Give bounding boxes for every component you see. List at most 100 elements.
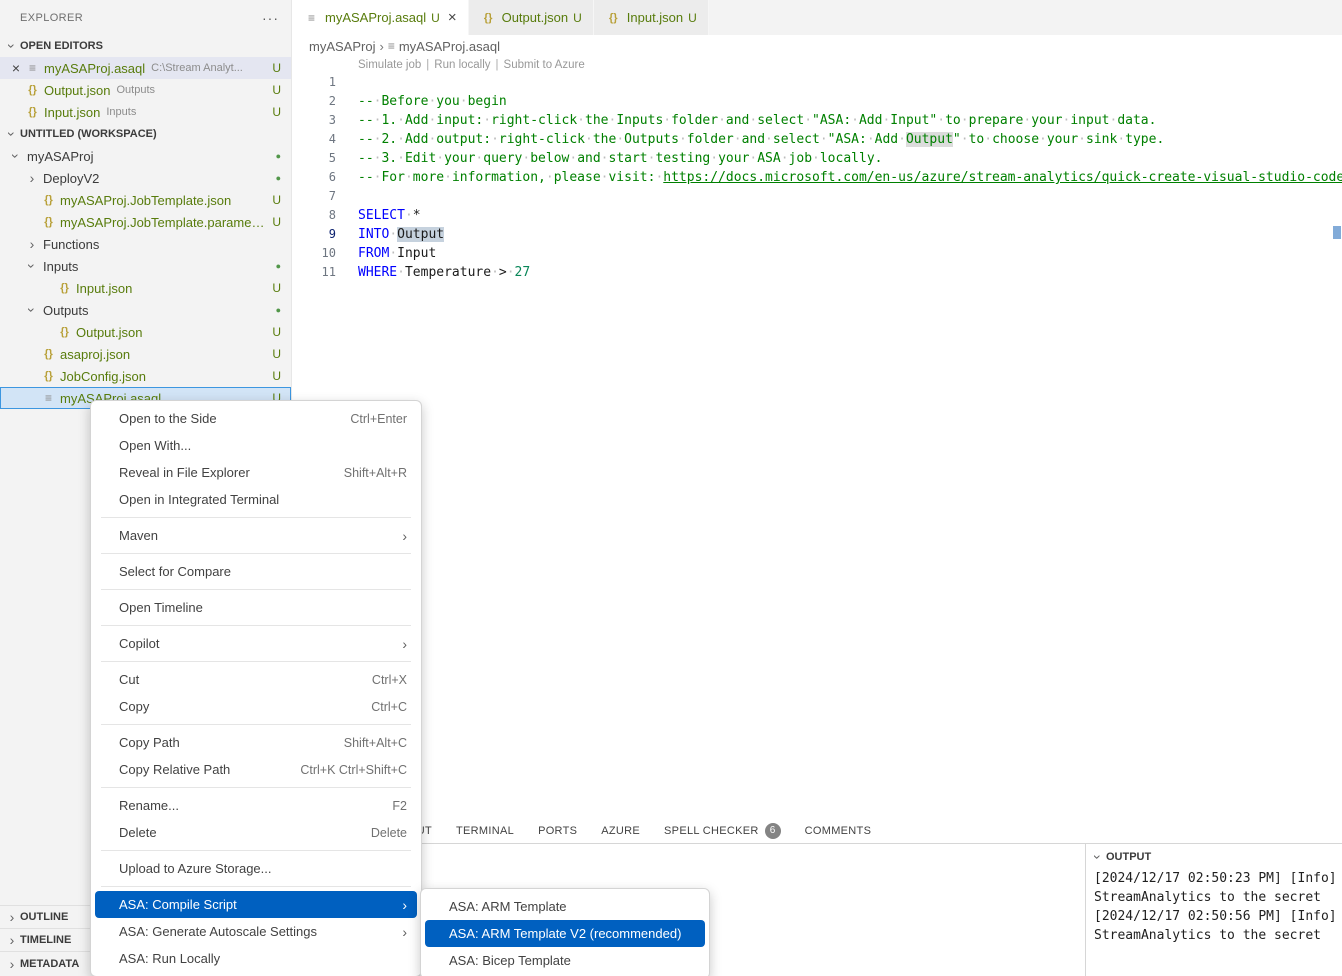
menu-item-label: ASA: Generate Autoscale Settings <box>119 924 317 939</box>
menu-item-open-with[interactable]: Open With... <box>95 432 417 459</box>
output-panel-header[interactable]: › OUTPUT <box>1086 844 1342 867</box>
code-line-1[interactable]: 1 <box>292 73 1342 92</box>
chevron-right-icon: › <box>24 237 40 251</box>
menu-item-open-to-the-side[interactable]: Open to the SideCtrl+Enter <box>95 405 417 432</box>
editor-tab-output-json[interactable]: {}Output.jsonU <box>469 0 594 35</box>
context-submenu: ASA: ARM TemplateASA: ARM Template V2 (r… <box>420 888 710 976</box>
whitespace-dot: · <box>734 132 742 147</box>
open-editor-item-input-json[interactable]: {}Input.jsonInputsU <box>0 101 291 123</box>
open-editors-section-header[interactable]: › OPEN EDITORS <box>0 35 291 57</box>
editor-tab-input-json[interactable]: {}Input.jsonU <box>594 0 709 35</box>
menu-item-select-for-compare[interactable]: Select for Compare <box>95 558 417 585</box>
tab-label: Output.json <box>502 10 569 25</box>
menu-item-copy-relative-path[interactable]: Copy Relative PathCtrl+K Ctrl+Shift+C <box>95 756 417 783</box>
tree-item-inputs[interactable]: ›Inputs● <box>0 255 291 277</box>
code-line-10[interactable]: 10FROM·Input <box>292 244 1342 263</box>
code-token: SELECT <box>358 208 405 223</box>
menu-item-upload-to-azure-storage[interactable]: Upload to Azure Storage... <box>95 855 417 882</box>
tree-item-myasaproj-jobtemplate-json[interactable]: {}myASAProj.JobTemplate.jsonU <box>0 189 291 211</box>
tree-item-outputs[interactable]: ›Outputs● <box>0 299 291 321</box>
code-line-4[interactable]: 4--·2.·Add·output:·right-click·the·Outpu… <box>292 130 1342 149</box>
panel-tab-comments[interactable]: COMMENTS <box>805 825 872 837</box>
panel-tab-ports[interactable]: PORTS <box>538 825 577 837</box>
panel-tab-label: TERMINAL <box>456 825 514 837</box>
tree-item-input-json[interactable]: {}Input.jsonU <box>0 277 291 299</box>
menu-item-rename[interactable]: Rename...F2 <box>95 792 417 819</box>
codelens-link-simulate-job[interactable]: Simulate job <box>358 59 421 71</box>
open-editor-detail: Outputs <box>117 84 267 96</box>
close-editor-icon[interactable]: × <box>8 60 24 76</box>
menu-item-copy[interactable]: CopyCtrl+C <box>95 693 417 720</box>
code-line-6[interactable]: 6--·For·more·information,·please·visit:·… <box>292 168 1342 187</box>
breadcrumb-item-myasaproj[interactable]: myASAProj <box>309 39 375 54</box>
breadcrumb[interactable]: myASAProj›≡myASAProj.asaql <box>292 35 1342 57</box>
workspace-section-header[interactable]: › UNTITLED (WORKSPACE) <box>0 123 291 145</box>
menu-item-open-timeline[interactable]: Open Timeline <box>95 594 417 621</box>
codelens-link-run-locally[interactable]: Run locally <box>434 59 490 71</box>
menu-item-copilot[interactable]: Copilot› <box>95 630 417 657</box>
json-file-icon: {} <box>40 194 57 206</box>
panel-tab-spell-checker[interactable]: SPELL CHECKER6 <box>664 823 781 839</box>
editor-tab-myasaproj-asaql[interactable]: ≡myASAProj.asaqlU× <box>292 0 469 35</box>
whitespace-dot: · <box>984 132 992 147</box>
tree-item-functions[interactable]: ›Functions <box>0 233 291 255</box>
code-line-11[interactable]: 11WHERE·Temperature·>·27 <box>292 263 1342 282</box>
whitespace-dot: · <box>389 227 397 242</box>
menu-item-reveal-in-file-explorer[interactable]: Reveal in File ExplorerShift+Alt+R <box>95 459 417 486</box>
code-token: FROM <box>358 246 389 261</box>
tree-item-myasaproj-jobtemplate-parameter[interactable]: {}myASAProj.JobTemplate.parameter...U <box>0 211 291 233</box>
submenu-arrow-icon: › <box>402 636 407 652</box>
row-decorations: U <box>266 105 281 119</box>
open-editor-item-output-json[interactable]: {}Output.jsonOutputsU <box>0 79 291 101</box>
breadcrumb-item-myasaproj-asaql[interactable]: myASAProj.asaql <box>399 39 500 54</box>
code-line-2[interactable]: 2--·Before·you·begin <box>292 92 1342 111</box>
tree-item-asaproj-json[interactable]: {}asaproj.jsonU <box>0 343 291 365</box>
menu-item-shortcut: Ctrl+C <box>371 700 407 714</box>
tree-item-myasaproj[interactable]: ›myASAProj● <box>0 145 291 167</box>
menu-item-maven[interactable]: Maven› <box>95 522 417 549</box>
code-line-7[interactable]: 7 <box>292 187 1342 206</box>
menu-item-label: Upload to Azure Storage... <box>119 861 271 876</box>
menu-item-asa-arm-template-v2-recommended[interactable]: ASA: ARM Template V2 (recommended) <box>425 920 705 947</box>
menu-separator <box>101 850 411 851</box>
whitespace-dot: · <box>851 113 859 128</box>
menu-item-asa-generate-autoscale-settings[interactable]: ASA: Generate Autoscale Settings› <box>95 918 417 945</box>
menu-item-open-in-integrated-terminal[interactable]: Open in Integrated Terminal <box>95 486 417 513</box>
tree-item-jobconfig-json[interactable]: {}JobConfig.jsonU <box>0 365 291 387</box>
more-actions-icon[interactable]: ··· <box>262 10 279 26</box>
untracked-badge: U <box>272 215 281 229</box>
menu-item-asa-compile-script[interactable]: ASA: Compile Script› <box>95 891 417 918</box>
open-editor-item-myasaproj-asaql[interactable]: ×≡myASAProj.asaqlC:\Stream Analyt...U <box>0 57 291 79</box>
whitespace-dot: · <box>428 94 436 109</box>
editor-group: ≡myASAProj.asaqlU×{}Output.jsonU{}Input.… <box>292 0 1342 976</box>
breadcrumb-separator-icon: › <box>379 39 383 54</box>
whitespace-dot: · <box>749 113 757 128</box>
code-token: "·to·choose·your·sink·type. <box>953 132 1164 147</box>
menu-item-asa-bicep-template[interactable]: ASA: Bicep Template <box>425 947 705 974</box>
panel-tab-terminal[interactable]: TERMINAL <box>456 825 514 837</box>
whitespace-dot: · <box>1039 132 1047 147</box>
tree-item-deployv2[interactable]: ›DeployV2● <box>0 167 291 189</box>
menu-item-asa-run-locally[interactable]: ASA: Run Locally <box>95 945 417 972</box>
panel-tab-azure[interactable]: AZURE <box>601 825 640 837</box>
menu-item-label: Open Timeline <box>119 600 203 615</box>
code-line-9[interactable]: 9INTO·Output <box>292 225 1342 244</box>
whitespace-dot: · <box>601 170 609 185</box>
workspace-label: UNTITLED (WORKSPACE) <box>20 128 157 140</box>
code-editor[interactable]: Simulate job|Run locally|Submit to Azure… <box>292 57 1342 818</box>
codelens-link-submit-to-azure[interactable]: Submit to Azure <box>504 59 585 71</box>
tree-item-output-json[interactable]: {}Output.jsonU <box>0 321 291 343</box>
menu-item-label: Cut <box>119 672 139 687</box>
menu-item-delete[interactable]: DeleteDelete <box>95 819 417 846</box>
menu-item-copy-path[interactable]: Copy PathShift+Alt+C <box>95 729 417 756</box>
code-line-8[interactable]: 8SELECT·* <box>292 206 1342 225</box>
code-line-3[interactable]: 3--·1.·Add·input:·right-click·the·Inputs… <box>292 111 1342 130</box>
context-menu: Open to the SideCtrl+EnterOpen With...Re… <box>90 400 422 976</box>
menu-item-asa-arm-template[interactable]: ASA: ARM Template <box>425 893 705 920</box>
menu-item-cut[interactable]: CutCtrl+X <box>95 666 417 693</box>
close-tab-icon[interactable]: × <box>448 9 457 26</box>
whitespace-dot: · <box>569 151 577 166</box>
open-editors-list: ×≡myASAProj.asaqlC:\Stream Analyt...U{}O… <box>0 57 291 123</box>
modified-dot-icon: ● <box>276 152 281 161</box>
code-line-5[interactable]: 5--·3.·Edit·your·query·below·and·start·t… <box>292 149 1342 168</box>
